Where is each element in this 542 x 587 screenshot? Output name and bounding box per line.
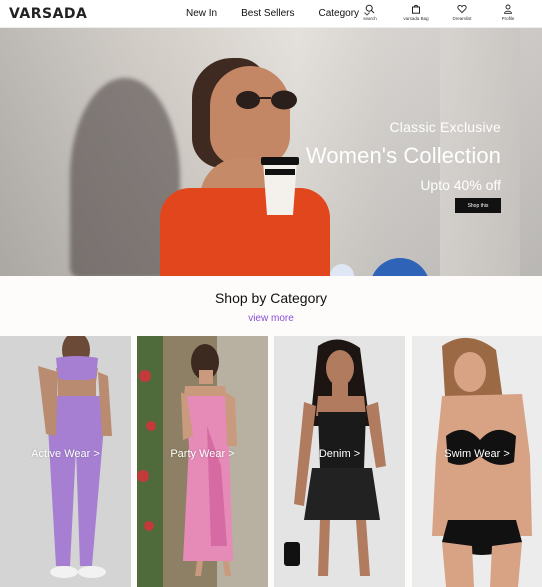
- view-more-link[interactable]: view more: [0, 313, 542, 324]
- hero-model-face: [210, 66, 290, 166]
- search-button[interactable]: search: [354, 4, 386, 21]
- nav-new-in[interactable]: New In: [186, 8, 217, 19]
- hero-model-dress: [160, 188, 330, 276]
- hero-kicker: Classic Exclusive: [389, 119, 501, 135]
- nav-category-label: Category: [318, 8, 360, 19]
- search-label: search: [363, 16, 377, 21]
- bag-button[interactable]: varsada Bag: [400, 4, 432, 21]
- shop-this-button[interactable]: Shop this: [455, 198, 501, 213]
- party-wear-model-graphic: [137, 336, 268, 587]
- coffee-cup-graphic: [261, 157, 299, 215]
- heart-icon: [457, 4, 467, 14]
- brand-logo[interactable]: VARSADA: [9, 4, 87, 24]
- bag-label: varsada Bag: [403, 16, 429, 21]
- category-card-denim[interactable]: Denim >: [274, 336, 405, 587]
- bag-icon: [412, 4, 420, 14]
- denim-model-graphic: [274, 336, 405, 587]
- site-header: VARSADA New In Best Sellers Category sea…: [0, 0, 542, 28]
- brand-logo-text: VARSADA: [9, 6, 88, 22]
- nav-new-in-label: New In: [186, 8, 218, 19]
- header-actions: search varsada Bag Dreamlist Profile: [354, 4, 524, 21]
- swim-wear-model-graphic: [412, 336, 542, 587]
- sunglasses-graphic: [236, 90, 297, 110]
- user-icon: [504, 4, 512, 14]
- category-label-denim: Denim >: [318, 448, 361, 460]
- profile-label: Profile: [501, 16, 515, 21]
- active-wear-model-graphic: [0, 336, 131, 587]
- hero-text-block: Classic Exclusive Women's Collection Upt…: [306, 119, 501, 193]
- nav-best-sellers-label: Best Sellers: [241, 8, 295, 19]
- category-label-party-wear: Party Wear >: [170, 448, 235, 460]
- search-icon: [365, 4, 375, 14]
- profile-button[interactable]: Profile: [492, 4, 524, 21]
- dreamlist-label: Dreamlist: [452, 16, 472, 21]
- category-card-party-wear[interactable]: Party Wear >: [137, 336, 268, 587]
- category-card-active-wear[interactable]: Active Wear >: [0, 336, 131, 587]
- hero-banner[interactable]: Classic Exclusive Women's Collection Upt…: [0, 28, 542, 276]
- category-label-active-wear: Active Wear >: [31, 448, 100, 460]
- category-label-swim-wear: Swim Wear >: [444, 448, 510, 460]
- hero-title: Women's Collection: [305, 143, 501, 168]
- dreamlist-button[interactable]: Dreamlist: [446, 4, 478, 21]
- category-grid: Active Wear > Party Wear > Denim > Swim …: [0, 336, 542, 587]
- hero-offer: Upto 40% off: [420, 177, 501, 193]
- category-card-swim-wear[interactable]: Swim Wear >: [412, 336, 542, 587]
- nav-best-sellers[interactable]: Best Sellers: [241, 8, 294, 19]
- section-title: Shop by Category: [214, 290, 328, 306]
